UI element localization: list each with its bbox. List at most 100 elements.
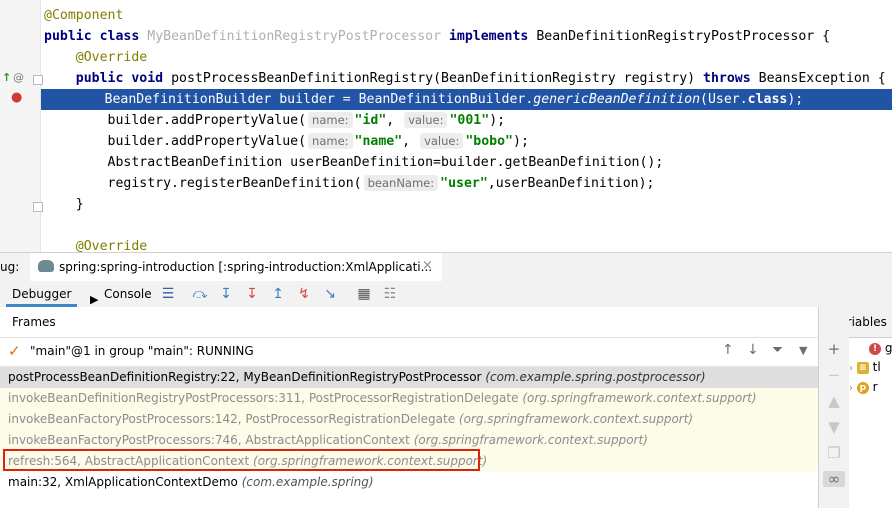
run-to-cursor-icon[interactable]: ↘ — [321, 285, 339, 303]
code-text: ); — [513, 134, 529, 149]
close-icon[interactable]: × — [422, 258, 433, 273]
arrow-up-icon[interactable]: ↑ — [722, 342, 734, 358]
step-into-icon[interactable]: ↧ — [243, 285, 261, 303]
chevron-down-icon[interactable]: ▼ — [799, 344, 807, 357]
tab-console-label: Console — [104, 287, 152, 301]
spring-debug-icon — [38, 260, 54, 272]
drop-frame-icon[interactable]: ↯ — [295, 285, 313, 303]
string-literal: "user" — [440, 176, 488, 191]
string-literal: "bobo" — [465, 134, 513, 149]
annotation: @Override — [75, 50, 148, 65]
keyword: public — [75, 71, 124, 86]
param-hint: value: — [420, 133, 464, 149]
debug-label: ug: — [0, 260, 20, 274]
frame-package: (org.springframework.context.support) — [413, 433, 648, 447]
variables-panel: Variables ! g › ≡ tl › p r — [849, 307, 892, 508]
frame-method: main:32, XmlApplicationContextDemo — [8, 475, 238, 489]
keyword: throws — [703, 71, 751, 86]
show-execution-point-icon[interactable]: ⤼ — [191, 285, 209, 303]
variable-text: tl — [872, 360, 881, 374]
frames-header: Frames — [0, 307, 818, 338]
step-out-icon[interactable]: ↥ — [269, 285, 287, 303]
editor-gutter[interactable]: ↑ @ ● — [0, 0, 43, 252]
keyword: implements — [448, 29, 529, 44]
code-editor[interactable]: ↑ @ ● @Component public class MyBeanDefi… — [0, 0, 892, 252]
code-line[interactable]: registry.registerBeanDefinition(beanName… — [44, 173, 892, 194]
variables-toolbar: + − ▲ ▼ ❐ ∞ — [818, 307, 850, 508]
move-down-icon[interactable]: ▼ — [826, 419, 842, 435]
current-execution-line[interactable]: BeanDefinitionBuilder builder = BeanDefi… — [41, 89, 892, 110]
code-text: ,userBeanDefinition); — [487, 176, 655, 191]
expand-icon[interactable]: › — [849, 363, 853, 374]
step-over-icon[interactable]: ↧ — [217, 285, 235, 303]
variables-title: Variables — [849, 315, 887, 329]
frame-package: (org.springframework.context.support) — [522, 391, 757, 405]
variable-row[interactable]: › ≡ tl — [849, 357, 881, 377]
debugger-toolbar: Debugger ▶ Console ☰ ⤼ ↧ ↧ ↥ ↯ ↘ ▦ ☷ — [0, 281, 892, 308]
evaluate-expression-icon[interactable]: ▦ — [355, 285, 373, 303]
fold-method-icon[interactable] — [33, 75, 43, 85]
annotation: @Component — [44, 8, 124, 23]
annotation-marker-icon[interactable]: @ — [13, 71, 24, 85]
add-watch-icon[interactable]: + — [826, 341, 842, 357]
interface-name: BeanDefinitionRegistryPostProcessor { — [536, 29, 831, 44]
code-line[interactable]: } — [44, 194, 892, 215]
frame-method: invokeBeanFactoryPostProcessors:142, Pos… — [8, 412, 456, 426]
tab-console[interactable]: ▶ Console — [86, 281, 158, 307]
parameter-icon: p — [856, 381, 869, 394]
code-text: AbstractBeanDefinition userBeanDefinitio… — [107, 155, 664, 170]
annotation: @Override — [75, 239, 148, 252]
thread-selector[interactable]: ✓ "main"@1 in group "main": RUNNING ↑ ↓ … — [0, 338, 818, 367]
remove-watch-icon[interactable]: − — [826, 367, 842, 383]
keyword: class — [747, 92, 788, 107]
param-hint: value: — [404, 112, 448, 128]
move-up-icon[interactable]: ▲ — [826, 393, 842, 409]
code-line[interactable]: builder.addPropertyValue(name: "id", valu… — [44, 110, 892, 131]
expand-icon[interactable]: › — [849, 383, 853, 394]
thread-check-icon: ✓ — [8, 342, 21, 360]
code-line[interactable]: builder.addPropertyValue(name: "name", va… — [44, 131, 892, 152]
layout-menu-icon[interactable]: ☰ — [159, 285, 177, 303]
trace-settings-icon[interactable]: ☷ — [381, 285, 399, 303]
stack-frame[interactable]: invokeBeanFactoryPostProcessors:142, Pos… — [0, 409, 818, 430]
code-line[interactable]: public class MyBeanDefinitionRegistryPos… — [44, 26, 892, 47]
code-text: BeanDefinitionBuilder builder = BeanDefi… — [104, 92, 534, 107]
stack-frame[interactable]: invokeBeanDefinitionRegistryPostProcesso… — [0, 388, 818, 409]
arrow-down-icon[interactable]: ↓ — [747, 342, 759, 358]
override-marker-icon[interactable]: ↑ — [2, 71, 11, 85]
keyword: void — [131, 71, 164, 86]
breakpoint-icon[interactable]: ● — [11, 91, 22, 105]
variable-text: g — [884, 341, 892, 355]
string-literal: "name" — [354, 134, 403, 149]
code-line[interactable]: @Override — [44, 236, 892, 252]
frames-panel: Frames ✓ "main"@1 in group "main": RUNNI… — [0, 307, 818, 508]
frame-method: invokeBeanDefinitionRegistryPostProcesso… — [8, 391, 519, 405]
fold-end-icon[interactable] — [33, 202, 43, 212]
tab-debugger[interactable]: Debugger — [6, 281, 78, 307]
code-text: ); — [787, 92, 804, 107]
variable-row[interactable]: ! g — [869, 338, 892, 358]
code-text: builder.addPropertyValue( — [107, 134, 307, 149]
stack-frame[interactable]: postProcessBeanDefinitionRegistry:22, My… — [0, 367, 818, 388]
frame-method: invokeBeanFactoryPostProcessors:746, Abs… — [8, 433, 410, 447]
variable-row[interactable]: › p r — [849, 377, 878, 397]
debug-session-tab[interactable]: spring:spring-introduction [:spring-intr… — [30, 253, 442, 284]
variable-text: r — [872, 380, 878, 394]
session-title: spring:spring-introduction [:spring-intr… — [59, 260, 433, 274]
frame-method: postProcessBeanDefinitionRegistry:22, My… — [8, 370, 482, 384]
code-line[interactable]: @Override — [44, 47, 892, 68]
frame-package: (com.example.spring) — [241, 475, 374, 489]
frame-package: (org.springframework.context.support) — [458, 412, 694, 426]
highlight-annotation-box — [3, 449, 480, 471]
code-line[interactable]: @Component — [44, 5, 892, 26]
copy-icon[interactable]: ❐ — [826, 445, 842, 461]
code-line[interactable]: AbstractBeanDefinition userBeanDefinitio… — [44, 152, 892, 173]
error-icon: ! — [869, 342, 881, 355]
code-line[interactable]: public void postProcessBeanDefinitionReg… — [44, 68, 892, 89]
code-text: ); — [489, 113, 506, 128]
glasses-icon[interactable]: ∞ — [823, 471, 845, 487]
exception-type: BeansException { — [758, 71, 886, 86]
stack-frame[interactable]: invokeBeanFactoryPostProcessors:746, Abs… — [0, 430, 818, 451]
filter-icon[interactable]: ⏷ — [772, 342, 783, 358]
stack-frame[interactable]: main:32, XmlApplicationContextDemo (com.… — [0, 472, 818, 493]
